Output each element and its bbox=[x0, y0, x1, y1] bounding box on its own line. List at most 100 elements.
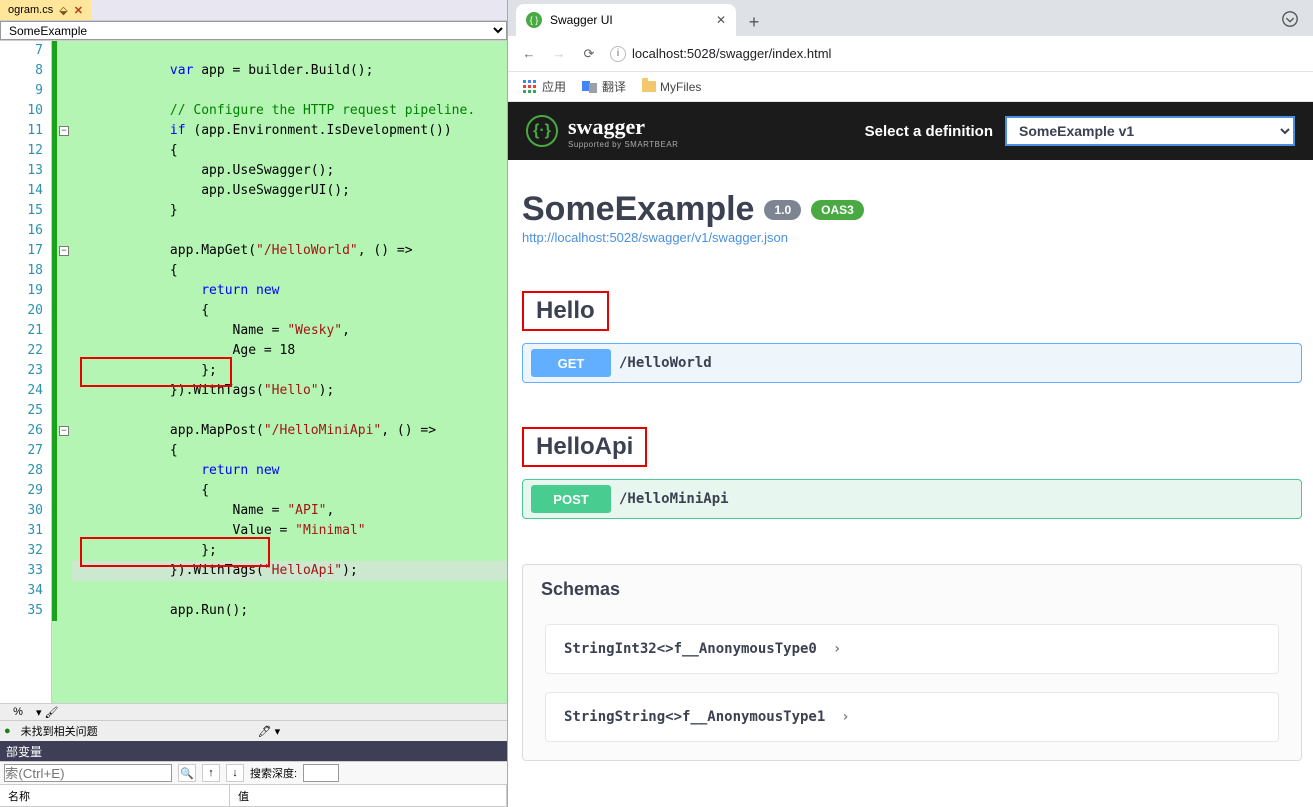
url-field[interactable]: i localhost:5028/swagger/index.html bbox=[610, 46, 1301, 62]
schemas-section: Schemas StringInt32<>f__AnonymousType0› S… bbox=[522, 564, 1302, 761]
brand-sub: Supported by SMARTBEAR bbox=[568, 140, 678, 149]
operation-row[interactable]: GET/HelloWorld bbox=[522, 343, 1302, 383]
swagger-logo: {·} swagger Supported by SMARTBEAR bbox=[526, 114, 678, 149]
code-line[interactable]: var app = builder.Build(); bbox=[72, 61, 507, 81]
horizontal-scrollbar[interactable]: % ▾ 🖌 bbox=[0, 703, 507, 720]
locals-search-input[interactable] bbox=[4, 764, 172, 782]
tag-header[interactable]: HelloApi bbox=[522, 427, 1313, 467]
fold-toggle[interactable]: − bbox=[59, 126, 69, 136]
code-line[interactable]: }; bbox=[72, 361, 507, 381]
code-line[interactable] bbox=[72, 41, 507, 61]
locals-search-bar: 🔍 ↑ ↓ 搜索深度: bbox=[0, 761, 507, 785]
code-line[interactable]: app.Run(); bbox=[72, 601, 507, 621]
translate-shortcut[interactable]: 翻译 bbox=[582, 78, 626, 95]
close-icon[interactable]: ✕ bbox=[74, 4, 83, 17]
bookmark-label: 翻译 bbox=[602, 78, 626, 95]
tag-header[interactable]: Hello bbox=[522, 291, 1313, 331]
search-depth-input[interactable] bbox=[303, 764, 339, 782]
spec-url-link[interactable]: http://localhost:5028/swagger/v1/swagger… bbox=[522, 230, 788, 245]
zoom-level[interactable]: % bbox=[0, 706, 36, 718]
code-line[interactable]: { bbox=[72, 481, 507, 501]
pin-icon[interactable]: ⬙ bbox=[59, 4, 67, 17]
code-line[interactable]: if (app.Environment.IsDevelopment()) bbox=[72, 121, 507, 141]
definition-dropdown[interactable]: SomeExample v1 bbox=[1005, 116, 1295, 146]
chevron-right-icon: › bbox=[841, 709, 849, 725]
code-line[interactable]: { bbox=[72, 441, 507, 461]
code-line[interactable]: }).WithTags("HelloApi"); bbox=[72, 561, 507, 581]
code-line[interactable]: return new bbox=[72, 281, 507, 301]
new-tab-button[interactable]: + bbox=[740, 8, 768, 36]
code-line[interactable]: Age = 18 bbox=[72, 341, 507, 361]
code-line[interactable]: { bbox=[72, 141, 507, 161]
code-line[interactable]: Value = "Minimal" bbox=[72, 521, 507, 541]
code-area[interactable]: var app = builder.Build(); // Configure … bbox=[72, 41, 507, 703]
operation-path: /HelloMiniApi bbox=[619, 491, 729, 507]
locals-columns-header: 名称 值 bbox=[0, 785, 507, 807]
forward-button[interactable]: → bbox=[550, 45, 568, 63]
swagger-logo-icon: {·} bbox=[526, 115, 558, 147]
fold-toggle[interactable]: − bbox=[59, 426, 69, 436]
code-line[interactable]: { bbox=[72, 261, 507, 281]
file-tab-label: ogram.cs bbox=[8, 4, 53, 16]
code-line[interactable] bbox=[72, 581, 507, 601]
code-line[interactable] bbox=[72, 401, 507, 421]
search-icon[interactable]: 🔍 bbox=[178, 764, 196, 782]
reload-button[interactable]: ⟳ bbox=[580, 45, 598, 63]
code-line[interactable]: } bbox=[72, 201, 507, 221]
fold-toggle[interactable]: − bbox=[59, 246, 69, 256]
annotation-box: Hello bbox=[522, 291, 609, 331]
code-line[interactable]: // Configure the HTTP request pipeline. bbox=[72, 101, 507, 121]
bookmark-label: MyFiles bbox=[660, 80, 701, 94]
code-line[interactable]: }; bbox=[72, 541, 507, 561]
code-line[interactable]: app.UseSwaggerUI(); bbox=[72, 181, 507, 201]
brush2-icon[interactable]: 🖊 ▾ bbox=[258, 725, 281, 738]
error-list-bar[interactable]: ● 未找到相关问题 🖊 ▾ bbox=[0, 720, 507, 741]
col-value[interactable]: 值 bbox=[230, 785, 507, 806]
code-line[interactable]: { bbox=[72, 301, 507, 321]
file-tab-program[interactable]: ogram.cs ⬙ ✕ bbox=[0, 0, 91, 20]
brand-text: swagger bbox=[568, 114, 678, 140]
brush-icon[interactable]: 🖌 bbox=[42, 706, 62, 719]
browser-tabstrip: { } Swagger UI ✕ + bbox=[508, 0, 1313, 36]
info-icon[interactable]: i bbox=[610, 46, 626, 62]
arrow-down-icon[interactable]: ↓ bbox=[226, 764, 244, 782]
address-bar: ← → ⟳ i localhost:5028/swagger/index.htm… bbox=[508, 36, 1313, 72]
namespace-dropdown[interactable]: SomeExample bbox=[0, 21, 507, 40]
ok-icon: ● bbox=[4, 725, 11, 737]
myfiles-shortcut[interactable]: MyFiles bbox=[642, 80, 701, 94]
swagger-topbar: {·} swagger Supported by SMARTBEAR Selec… bbox=[508, 102, 1313, 160]
code-line[interactable]: app.MapPost("/HelloMiniApi", () => bbox=[72, 421, 507, 441]
definition-label: Select a definition bbox=[865, 123, 993, 140]
page-content[interactable]: {·} swagger Supported by SMARTBEAR Selec… bbox=[508, 102, 1313, 807]
apps-shortcut[interactable]: 应用 bbox=[522, 78, 566, 95]
schema-item[interactable]: StringInt32<>f__AnonymousType0› bbox=[545, 624, 1279, 674]
code-line[interactable]: return new bbox=[72, 461, 507, 481]
code-line[interactable]: }).WithTags("Hello"); bbox=[72, 381, 507, 401]
locals-panel-header[interactable]: 部变量 bbox=[0, 741, 507, 761]
close-icon[interactable]: ✕ bbox=[716, 13, 726, 27]
code-line[interactable] bbox=[72, 81, 507, 101]
api-title: SomeExample bbox=[522, 190, 754, 229]
operation-row[interactable]: POST/HelloMiniApi bbox=[522, 479, 1302, 519]
code-line[interactable]: Name = "Wesky", bbox=[72, 321, 507, 341]
line-number-gutter: 7891011121314151617181920212223242526272… bbox=[0, 41, 52, 703]
swagger-favicon: { } bbox=[526, 12, 542, 28]
arrow-up-icon[interactable]: ↑ bbox=[202, 764, 220, 782]
schema-item[interactable]: StringString<>f__AnonymousType1› bbox=[545, 692, 1279, 742]
browser-tab[interactable]: { } Swagger UI ✕ bbox=[516, 4, 736, 36]
code-line[interactable] bbox=[72, 221, 507, 241]
back-button[interactable]: ← bbox=[520, 45, 538, 63]
url-text: localhost:5028/swagger/index.html bbox=[632, 46, 831, 61]
api-title-row: SomeExample 1.0 OAS3 bbox=[522, 190, 1313, 229]
code-editor[interactable]: 7891011121314151617181920212223242526272… bbox=[0, 41, 507, 703]
schemas-header[interactable]: Schemas bbox=[523, 565, 1301, 614]
tag-name: Hello bbox=[524, 293, 607, 329]
code-line[interactable]: app.MapGet("/HelloWorld", () => bbox=[72, 241, 507, 261]
code-line[interactable]: app.UseSwagger(); bbox=[72, 161, 507, 181]
version-badge: 1.0 bbox=[764, 200, 801, 220]
code-line[interactable]: Name = "API", bbox=[72, 501, 507, 521]
translate-icon bbox=[582, 79, 598, 95]
definition-selector: Select a definition SomeExample v1 bbox=[865, 116, 1295, 146]
chevron-down-icon[interactable] bbox=[1281, 10, 1299, 28]
col-name[interactable]: 名称 bbox=[0, 785, 230, 806]
